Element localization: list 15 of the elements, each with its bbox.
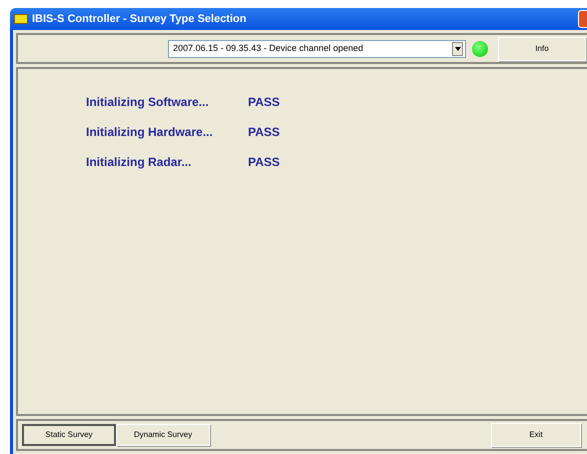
check-result: PASS [248, 94, 280, 111]
log-text: 2007.06.15 - 09.35.43 - Device channel opened [172, 42, 364, 55]
exit-button[interactable]: Exit [491, 423, 581, 447]
survey-button[interactable]: Dynamic Survey [116, 424, 210, 446]
info-button[interactable]: Info [498, 36, 586, 60]
log-dropdown[interactable]: 2007.06.15 - 09.35.43 - Device channel opened [168, 40, 466, 58]
check-label: Initializing Hardware... [86, 124, 214, 141]
app-icon [14, 14, 28, 24]
check-label: Initializing Software... [86, 94, 210, 111]
check-result: PASS [248, 154, 280, 171]
check-label: Initializing Radar... [86, 154, 192, 171]
status-led-icon [472, 40, 488, 56]
survey-button[interactable]: Static Survey [22, 424, 116, 446]
check-result: PASS [248, 124, 280, 141]
window-title: IBIS-S Controller - Survey Type Selection [32, 12, 246, 27]
